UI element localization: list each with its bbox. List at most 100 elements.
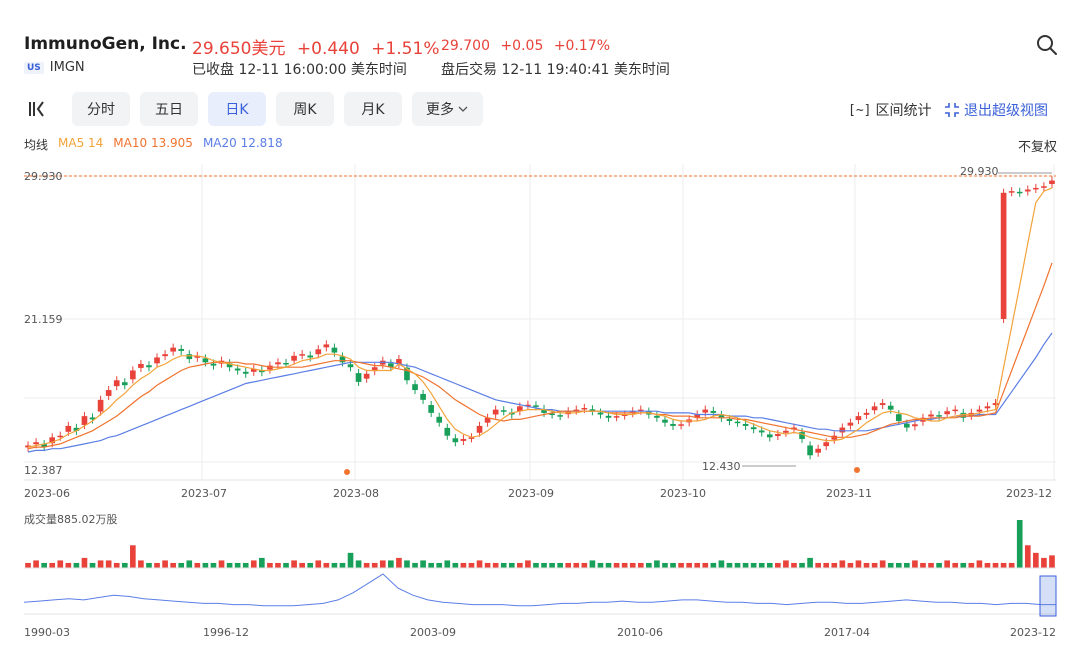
candle [363,373,370,379]
candle [444,427,451,436]
candle [154,357,160,364]
candle [315,349,322,355]
event-marker [854,467,860,473]
volume-bar [573,562,580,568]
candle [121,382,128,386]
volume-bar [758,562,765,568]
volume-bar [613,562,620,568]
candle [339,356,346,363]
volume-bar [646,562,652,568]
volume-bar [936,562,942,568]
volume-bar [775,562,781,568]
volume-bar [855,560,862,568]
x-tick-label: 2023-11 [826,487,872,500]
volume-bar [202,562,209,568]
candle [57,435,64,438]
volume-bar [89,562,96,568]
volume-bar [517,562,523,568]
low-value-label: 12.430 [702,460,741,473]
overview-tick-label: 2017-04 [824,626,870,639]
volume-bar [831,562,838,568]
volume-bar [589,560,596,568]
candle [581,407,588,410]
candle [783,430,789,433]
volume-bar [234,562,241,568]
volume-bar [492,562,499,568]
stock-chart[interactable]: 29.930 21.159 12.387 29.930 12.430 2023-06 202… [0,0,1080,659]
volume-bar [1000,562,1007,568]
volume-bar [460,562,467,568]
volume-bar [742,562,749,568]
candle [750,427,757,430]
candle [1033,187,1039,190]
volume-bar [557,562,563,568]
candle [1049,180,1055,184]
volume-bar [791,562,797,568]
candle [936,415,942,417]
candle [871,406,878,411]
candle [766,434,773,438]
candle [726,419,733,422]
candle [275,362,281,365]
candle [1024,189,1031,192]
volume-bar [887,562,894,568]
volume-bar [750,562,757,568]
volume-bar [444,560,451,568]
candle [178,348,185,351]
volume-bar [581,562,588,568]
volume-bar [307,562,314,568]
volume-bar [25,562,31,568]
volume-bar [484,562,491,568]
volume-bar [1041,557,1047,568]
volume-bar [468,562,475,568]
volume-bar [968,562,975,568]
candle [976,409,983,412]
candle [702,409,709,413]
volume-bar [500,562,507,568]
volume-bar [1024,545,1031,568]
volume-bar [1049,555,1055,568]
volume-bar [267,562,273,568]
event-marker [344,469,350,475]
candle [355,373,362,382]
volume-bar [121,562,128,568]
volume-bar [992,562,999,568]
volume-bar [871,562,878,568]
candle [347,364,354,368]
x-tick-label: 2023-07 [181,487,227,500]
volume-bar [65,562,72,568]
volume-bar [847,562,854,568]
volume-bar [976,560,983,568]
volume-bar [815,562,821,568]
volume-bar [678,562,684,568]
volume-bar [654,560,660,568]
overview-tick-label: 2010-06 [617,626,663,639]
candle [992,403,999,406]
candle [81,416,88,425]
volume-bar [355,560,362,568]
volume-bar [637,562,644,568]
volume-bar [371,562,378,568]
candle [533,405,539,407]
candle [1016,191,1023,194]
candle [420,393,426,400]
volume-bar [694,562,701,568]
volume-bar [33,560,39,568]
candle [97,399,104,412]
candle [879,403,886,406]
volume-bar [629,562,636,568]
volume-bar [113,562,120,568]
overview-tick-label: 1990-03 [24,626,70,639]
volume-bar [73,562,80,568]
candle [162,354,168,357]
candle [1008,191,1015,193]
candle [984,406,991,409]
volume-bar [275,562,281,568]
volume-bar [41,562,47,568]
volume-bar [283,562,289,568]
volume-bar [525,560,531,568]
volume-bar [1016,520,1023,568]
volume-bar [863,562,870,568]
candle [234,368,241,371]
candle [476,425,483,433]
